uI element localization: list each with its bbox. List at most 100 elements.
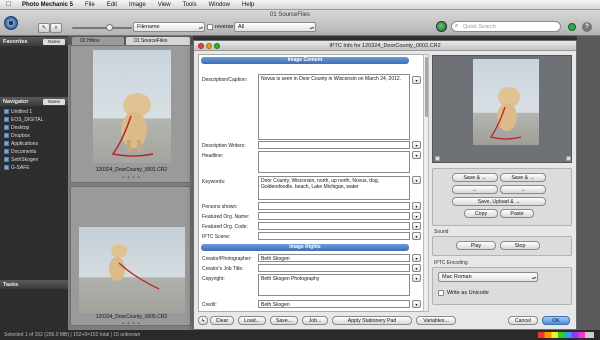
disk-icon — [4, 109, 9, 114]
paste-button[interactable]: Paste — [500, 209, 534, 218]
slider-knob[interactable] — [106, 24, 113, 31]
nav-item-documents[interactable]: Documents — [4, 148, 36, 155]
tab-01-sourcefiles[interactable]: 01 SourceFiles — [126, 37, 190, 45]
nav-item-untitled-1[interactable]: Untitled 1 — [4, 108, 32, 115]
job-button[interactable]: Job... — [302, 316, 328, 325]
reverse-checkbox[interactable] — [207, 24, 213, 30]
headline-dropdown-button[interactable]: ▾ — [412, 151, 421, 159]
menu-tools[interactable]: Tools — [177, 2, 203, 8]
org-name-dropdown-button[interactable]: ▾ — [412, 212, 421, 220]
previous-button[interactable]: ← — [452, 185, 498, 194]
iptc-scene-dropdown-button[interactable]: ▾ — [412, 232, 421, 240]
headline-field[interactable] — [258, 151, 410, 173]
writers-dropdown-button[interactable]: ▾ — [412, 141, 421, 149]
menu-app[interactable]: Photo Mechanic 5 — [16, 2, 79, 8]
save-previous-button[interactable]: Save & ← — [452, 173, 498, 182]
thumbnail-size-slider[interactable] — [72, 24, 132, 31]
variables-button[interactable]: Variables... — [416, 316, 456, 325]
disk-icon — [4, 165, 9, 170]
navigator-name-button[interactable]: Name — [43, 98, 65, 105]
nav-item-applications[interactable]: Applications — [4, 140, 38, 147]
iptc-form: Image Content Description/Caption: Novus… — [198, 54, 424, 312]
apple-menu-icon[interactable]:  — [6, 1, 16, 8]
org-code-field[interactable] — [258, 222, 410, 230]
sort-select[interactable]: Filename — [133, 22, 205, 32]
nav-item-eos-digital[interactable]: EOS_DIGITAL — [4, 116, 43, 123]
preview-flag-icon[interactable] — [435, 156, 440, 161]
copyright-dropdown-button[interactable]: ▾ — [412, 274, 421, 282]
nav-item-desktop[interactable]: Desktop — [4, 124, 29, 131]
filter-select[interactable]: All — [234, 22, 316, 32]
apply-stationery-pad-button[interactable]: Apply Stationery Pad — [332, 316, 412, 325]
thumbnail-cell[interactable]: 120324_DoorCounty_0001.CR2 • • • • — [70, 45, 191, 183]
rating-dots[interactable]: • • • • — [71, 175, 192, 181]
nav-item-label: Desktop — [11, 124, 30, 131]
help-icon[interactable]: ? — [582, 22, 592, 32]
favorites-name-button[interactable]: Name — [43, 38, 65, 45]
gear-icon[interactable] — [4, 16, 18, 30]
keywords-field[interactable]: Door County, Wisconsin, north, up north,… — [258, 176, 410, 200]
copyright-field[interactable]: Beth Skogen Photography — [258, 274, 410, 296]
select-tool-button[interactable]: ↖ — [38, 23, 50, 33]
creator-dropdown-button[interactable]: ▾ — [412, 254, 421, 262]
credit-dropdown-button[interactable]: ▾ — [412, 300, 421, 308]
field-label-job-title: Creator's Job Title: — [202, 266, 244, 272]
nav-item-g-safe[interactable]: G-SAFE — [4, 164, 30, 171]
ok-button[interactable]: OK — [542, 316, 570, 325]
thumbnail-image[interactable] — [93, 50, 171, 163]
menu-window[interactable]: Window — [203, 2, 236, 8]
menu-view[interactable]: View — [152, 2, 177, 8]
copy-button[interactable]: Copy — [464, 209, 498, 218]
save-button[interactable]: Save... — [270, 316, 298, 325]
lightning-button[interactable]: ϟ — [198, 316, 208, 325]
org-name-field[interactable] — [258, 212, 410, 220]
play-button[interactable]: Play — [456, 241, 496, 250]
load-button[interactable]: Load... — [238, 316, 266, 325]
caption-field[interactable]: Novus is seen in Door County in Wisconsi… — [258, 74, 410, 140]
writers-field[interactable] — [258, 141, 410, 149]
menu-help[interactable]: Help — [236, 2, 260, 8]
menu-file[interactable]: File — [79, 2, 101, 8]
preview-expand-icon[interactable] — [566, 156, 571, 161]
color-class-swatches[interactable] — [538, 332, 594, 338]
status-text: Selected 1 of 152 (206.0 MB) | 152+0=152… — [4, 332, 141, 338]
search-field[interactable]: ⌕ Quick Search — [451, 21, 561, 32]
scrollbar-thumb[interactable] — [425, 57, 428, 117]
zoom-tool-button[interactable]: ⌕ — [50, 23, 62, 33]
stop-button[interactable]: Stop — [500, 241, 540, 250]
cancel-button[interactable]: Cancel — [508, 316, 538, 325]
save-upload-next-button[interactable]: Save, Upload & → — [452, 197, 546, 206]
keywords-dropdown-button[interactable]: ▾ — [412, 176, 421, 184]
nav-item-sethskogen[interactable]: SethSkogen — [4, 156, 38, 163]
creator-field[interactable]: Beth Skogen — [258, 254, 410, 262]
rating-dots[interactable]: • • • • — [71, 321, 192, 327]
tab-02-hitlos[interactable]: 02 Hitlos — [72, 37, 124, 45]
credit-field[interactable]: Beth Skogen — [258, 300, 410, 308]
job-title-dropdown-button[interactable]: ▾ — [412, 264, 421, 272]
caption-dropdown-button[interactable]: ▾ — [412, 76, 421, 84]
persons-dropdown-button[interactable]: ▾ — [412, 202, 421, 210]
nav-item-label: SethSkogen — [11, 156, 39, 163]
field-label-iptc-scene: IPTC Scene: — [202, 234, 231, 240]
close-icon[interactable] — [198, 43, 204, 49]
globe-icon[interactable] — [436, 21, 447, 32]
nav-item-dropbox[interactable]: Dropbox — [4, 132, 30, 139]
form-scrollbar[interactable] — [423, 54, 429, 312]
thumbnail-image[interactable] — [79, 227, 185, 313]
write-unicode-checkbox[interactable] — [438, 290, 444, 296]
menu-edit[interactable]: Edit — [101, 2, 123, 8]
zoom-icon[interactable] — [214, 43, 220, 49]
job-title-field[interactable] — [258, 264, 410, 272]
menu-image[interactable]: Image — [123, 2, 152, 8]
iptc-scene-field[interactable] — [258, 232, 410, 240]
persons-field[interactable] — [258, 202, 410, 210]
status-green-icon — [568, 23, 576, 31]
thumbnail-cell[interactable]: 120324_DoorCounty_0005.CR2 • • • • — [70, 186, 192, 327]
encoding-select[interactable]: Mac Roman — [438, 272, 538, 282]
minimize-icon[interactable] — [206, 43, 212, 49]
lightning-icon: ϟ — [201, 317, 205, 324]
org-code-dropdown-button[interactable]: ▾ — [412, 222, 421, 230]
next-button[interactable]: → — [500, 185, 546, 194]
save-next-button[interactable]: Save & → — [500, 173, 546, 182]
clear-button[interactable]: Clear — [210, 316, 234, 325]
